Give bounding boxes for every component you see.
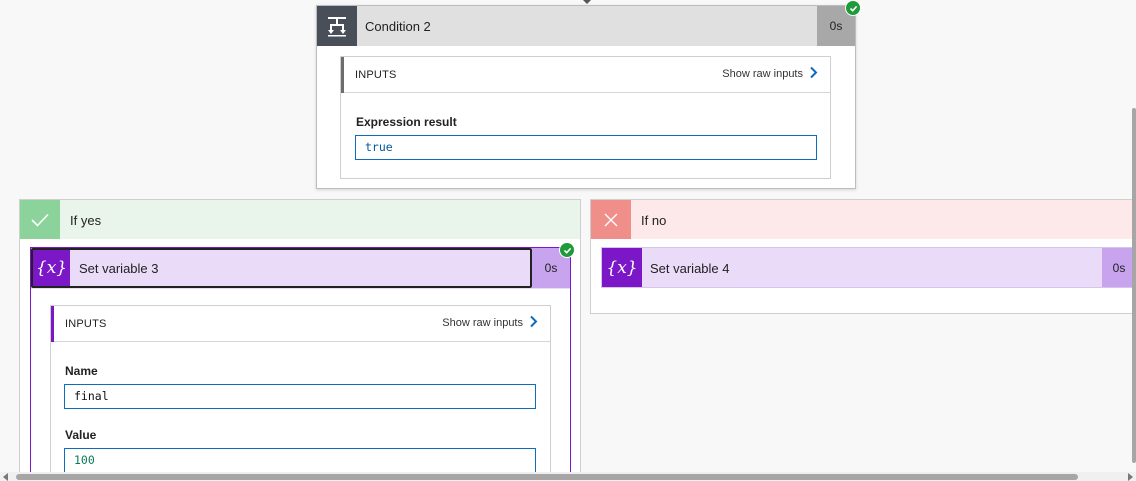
connector-arrow <box>581 0 593 4</box>
inputs-header: INPUTS Show raw inputs <box>51 306 550 342</box>
success-check-icon <box>559 242 575 258</box>
value-field-value: 100 <box>64 448 536 473</box>
check-icon <box>20 200 60 239</box>
condition-icon <box>317 6 357 46</box>
set-variable-4-title: Set variable 4 <box>650 261 730 276</box>
show-raw-inputs-link[interactable]: Show raw inputs <box>442 315 538 331</box>
show-raw-inputs-link[interactable]: Show raw inputs <box>722 66 818 82</box>
set-variable-4-card[interactable]: {x} Set variable 4 0s <box>601 247 1136 288</box>
horizontal-scrollbar-thumb[interactable] <box>16 474 1078 480</box>
inputs-header: INPUTS Show raw inputs <box>341 57 830 93</box>
if-yes-header[interactable]: If yes <box>20 200 580 239</box>
success-check-icon <box>845 0 861 16</box>
chevron-right-icon <box>809 66 818 82</box>
show-raw-inputs-label: Show raw inputs <box>722 68 803 80</box>
inputs-accent-bar <box>341 57 344 93</box>
show-raw-inputs-label: Show raw inputs <box>442 317 523 329</box>
branch-if-no: If no {x} Set variable 4 0s <box>590 199 1136 314</box>
variable-icon: {x} <box>602 248 642 287</box>
if-no-header[interactable]: If no <box>591 200 1135 239</box>
name-field-value: final <box>64 384 536 409</box>
expression-result-value: true <box>355 135 817 160</box>
set-variable-3-title: Set variable 3 <box>79 261 159 276</box>
name-field-label: Name <box>65 364 98 378</box>
scroll-left-icon[interactable] <box>3 473 8 481</box>
inputs-label: INPUTS <box>355 69 397 81</box>
if-yes-title: If yes <box>70 213 102 228</box>
chevron-right-icon <box>529 315 538 331</box>
set-variable-3-inputs-panel: INPUTS Show raw inputs Name final Value … <box>50 305 551 481</box>
condition-header[interactable]: Condition 2 0s <box>317 6 855 46</box>
condition-title: Condition 2 <box>365 19 431 34</box>
value-field-label: Value <box>65 428 97 442</box>
if-no-title: If no <box>641 213 667 228</box>
vertical-scrollbar[interactable] <box>1132 108 1136 463</box>
branch-if-yes: If yes {x} Set variable 3 0s INPUTS Show… <box>19 199 581 481</box>
set-variable-4-duration: 0s <box>1102 248 1136 287</box>
inputs-accent-bar <box>51 306 54 342</box>
set-variable-3-header[interactable]: {x} Set variable 3 0s <box>31 248 570 289</box>
condition-inputs-panel: INPUTS Show raw inputs Expression result… <box>340 56 831 179</box>
set-variable-4-header: {x} Set variable 4 0s <box>602 248 1136 287</box>
close-icon <box>591 200 631 239</box>
set-variable-3-card: {x} Set variable 3 0s INPUTS Show raw in… <box>30 242 575 481</box>
condition-card: Condition 2 0s INPUTS Show raw inputs Ex… <box>316 0 861 189</box>
scroll-right-icon[interactable] <box>1128 473 1133 481</box>
inputs-label: INPUTS <box>65 318 107 330</box>
expression-result-label: Expression result <box>356 115 457 129</box>
variable-icon: {x} <box>33 250 70 286</box>
